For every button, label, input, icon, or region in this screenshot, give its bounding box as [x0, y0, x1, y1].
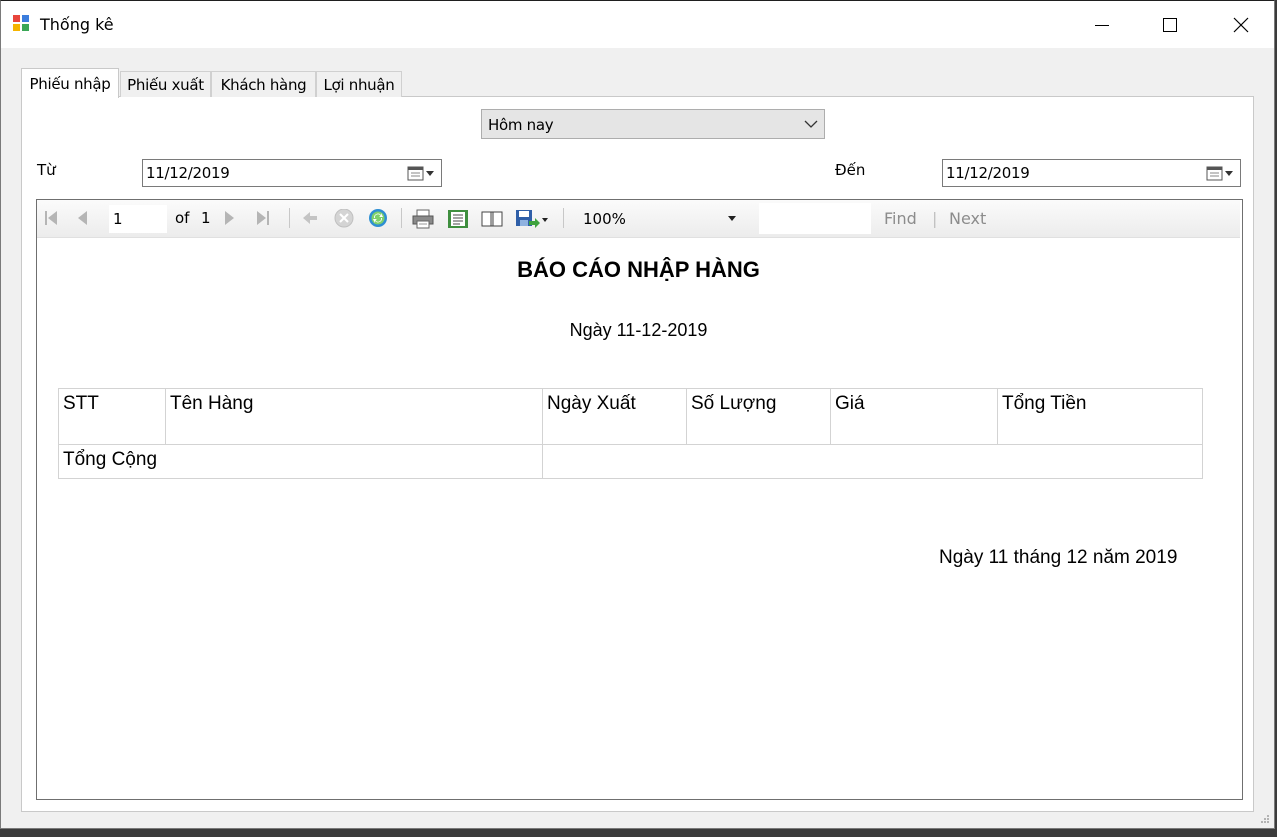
chevron-down-icon — [804, 120, 818, 128]
previous-page-icon[interactable] — [75, 209, 89, 227]
total-value — [542, 444, 1203, 479]
toolbar-separator — [401, 208, 402, 228]
tab-khach-hang[interactable]: Khách hàng — [211, 71, 316, 97]
column-header-tong-tien: Tổng Tiền — [997, 388, 1203, 445]
tab-phieu-xuat[interactable]: Phiếu xuất — [120, 71, 211, 97]
print-icon[interactable] — [412, 209, 434, 229]
report-title: BÁO CÁO NHẬP HÀNG — [517, 257, 760, 282]
calendar-dropdown-icon[interactable] — [1206, 165, 1236, 181]
column-header-stt: STT — [58, 388, 166, 445]
from-date-value: 11/12/2019 — [146, 164, 230, 182]
from-label: Từ — [37, 161, 56, 179]
from-date-picker[interactable]: 11/12/2019 — [142, 159, 442, 187]
to-label: Đến — [835, 161, 866, 179]
of-label: of — [175, 209, 190, 227]
calendar-dropdown-icon[interactable] — [407, 165, 437, 181]
print-layout-icon[interactable] — [447, 209, 469, 229]
table-header-row: STT Tên Hàng Ngày Xuất Số Lượng Giá Tổng… — [58, 388, 1203, 445]
minimize-icon — [1095, 24, 1109, 26]
report-toolbar: 1 of 1 100% Find | Next — [37, 200, 1240, 238]
refresh-icon[interactable] — [367, 209, 389, 231]
column-header-ngay-xuat: Ngày Xuất — [542, 388, 687, 445]
zoom-dropdown[interactable]: 100% — [575, 205, 745, 233]
table-total-row: Tổng Cộng — [58, 444, 1203, 479]
total-pages: 1 — [201, 209, 211, 227]
page-setup-icon[interactable] — [480, 209, 504, 229]
last-page-icon[interactable] — [255, 209, 271, 227]
column-header-gia: Giá — [830, 388, 998, 445]
column-header-ten-hang: Tên Hàng — [165, 388, 543, 445]
to-date-picker[interactable]: 11/12/2019 — [942, 159, 1241, 187]
tab-phieu-nhap[interactable]: Phiếu nhập — [21, 68, 119, 98]
to-date-value: 11/12/2019 — [946, 164, 1030, 182]
period-combobox[interactable]: Hôm nay — [481, 109, 825, 139]
first-page-icon[interactable] — [43, 209, 59, 227]
tab-loi-nhuan[interactable]: Lợi nhuận — [316, 71, 402, 97]
dropdown-arrow-icon — [728, 216, 736, 221]
stop-icon[interactable] — [333, 209, 355, 231]
report-table: STT Tên Hàng Ngày Xuất Số Lượng Giá Tổng… — [58, 388, 1203, 479]
current-page-input[interactable]: 1 — [109, 205, 167, 233]
report-date: Ngày 11-12-2019 — [569, 320, 708, 340]
toolbar-separator — [563, 208, 564, 228]
maximize-button[interactable] — [1147, 1, 1193, 48]
minimize-button[interactable] — [1079, 1, 1125, 48]
maximize-icon — [1163, 17, 1177, 32]
next-page-icon[interactable] — [223, 209, 237, 227]
report-viewer: 1 of 1 100% Find | Next BÁO CÁO NHẬP HÀN… — [36, 199, 1243, 800]
export-icon[interactable] — [515, 209, 551, 231]
back-icon[interactable] — [301, 209, 319, 227]
close-button[interactable] — [1218, 1, 1264, 48]
period-selected-value: Hôm nay — [488, 116, 554, 134]
find-text-input[interactable] — [759, 203, 871, 234]
total-label: Tổng Cộng — [58, 444, 543, 479]
window-title: Thống kê — [40, 15, 114, 34]
column-header-so-luong: Số Lượng — [686, 388, 831, 445]
resize-grip-icon[interactable] — [1260, 814, 1270, 824]
zoom-value: 100% — [583, 210, 626, 228]
desktop-background — [0, 829, 1277, 837]
signature-date: Ngày 11 tháng 12 năm 2019 — [939, 547, 1178, 568]
statistics-window: Thống kê Phiếu nhập Phiếu xuất Khách hàn… — [0, 0, 1275, 829]
close-icon — [1233, 17, 1249, 32]
toolbar-separator — [289, 208, 290, 228]
form-icon — [13, 15, 29, 31]
find-next-button[interactable]: Next — [949, 209, 986, 228]
find-separator: | — [932, 209, 938, 228]
title-bar[interactable]: Thống kê — [1, 1, 1274, 48]
find-button[interactable]: Find — [884, 209, 917, 228]
